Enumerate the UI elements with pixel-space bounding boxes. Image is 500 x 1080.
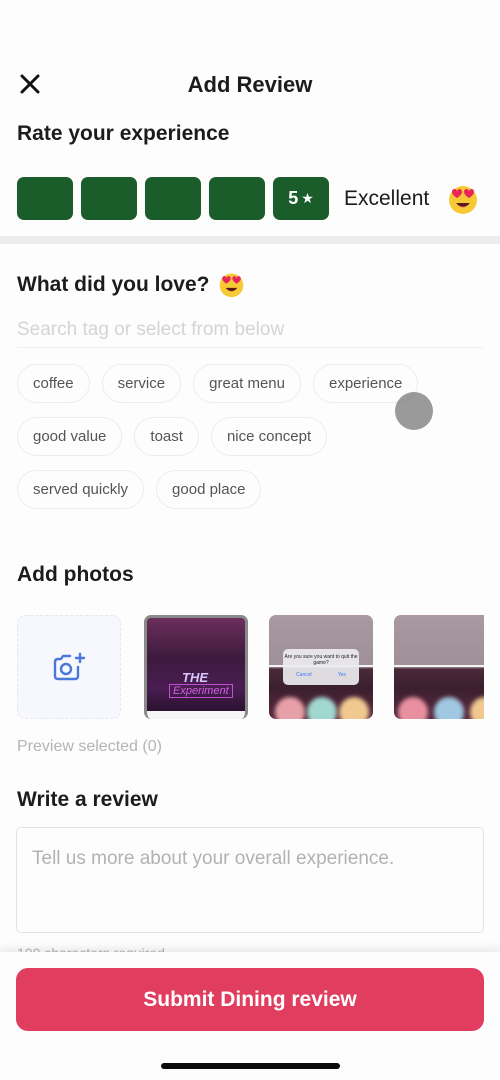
star-icon: ★: [301, 190, 314, 206]
tags-section-title: What did you love?: [17, 271, 245, 298]
rating-section-title: Rate your experience: [17, 122, 230, 145]
page-title: Add Review: [187, 72, 313, 97]
photo-thumbnail[interactable]: Are you sure you want to quit the game? …: [269, 615, 373, 719]
thumbnail-text: THE: [182, 670, 208, 685]
tag-chip[interactable]: coffee: [17, 364, 90, 403]
tag-chip[interactable]: good value: [17, 417, 123, 456]
rating-option-4[interactable]: [209, 177, 265, 220]
rating-option-2[interactable]: [81, 177, 137, 220]
thumbnail-light: [275, 697, 305, 719]
thumbnail-dialog-buttons: Cancel Yes: [283, 672, 359, 678]
submit-review-button[interactable]: Submit Dining review: [16, 968, 484, 1031]
heart-eyes-emoji-icon: [218, 271, 245, 298]
thumbnail-light: [398, 697, 428, 719]
rating-label: Excellent: [344, 186, 430, 210]
tag-chip[interactable]: served quickly: [17, 470, 145, 509]
thumbnail-dialog-cancel: Cancel: [296, 672, 312, 678]
photo-thumbnail[interactable]: THE Experiment: [144, 615, 248, 719]
footer: Submit Dining review: [0, 952, 500, 1080]
photos-section-title: Add photos: [17, 563, 134, 586]
thumbnail-dialog-text: Are you sure you want to quit the game?: [284, 654, 358, 666]
touch-indicator: [395, 392, 433, 430]
tag-row: served quickly good place: [17, 470, 487, 509]
tags-title-text: What did you love?: [17, 272, 210, 296]
heart-eyes-emoji-icon: [447, 183, 479, 215]
rating-option-5[interactable]: 5 ★: [273, 177, 329, 220]
preview-selected-label: Preview selected (0): [17, 738, 162, 755]
home-indicator: [161, 1063, 340, 1069]
tag-search-input[interactable]: [17, 312, 483, 348]
rating-value: 5: [288, 188, 299, 208]
review-textarea[interactable]: [16, 827, 484, 933]
thumbnail-light: [307, 697, 337, 719]
header: Add Review: [0, 60, 500, 110]
photo-thumbnail[interactable]: [394, 615, 484, 719]
thumbnail-dialog: Are you sure you want to quit the game? …: [283, 649, 359, 685]
rating-selector: 5 ★ Excellent: [17, 177, 479, 220]
tag-chip[interactable]: nice concept: [210, 417, 328, 456]
tag-chip[interactable]: service: [101, 364, 182, 403]
thumbnail-light: [434, 697, 464, 719]
add-photo-button[interactable]: [17, 615, 121, 719]
section-divider: [0, 236, 500, 244]
tag-list: coffee service great menu experience goo…: [17, 364, 487, 523]
rating-option-3[interactable]: [145, 177, 201, 220]
thumbnail-dialog-yes: Yes: [337, 672, 346, 678]
thumbnail-text: Experiment: [169, 684, 233, 698]
tag-chip[interactable]: good place: [156, 470, 262, 509]
thumbnail-line: [394, 665, 484, 667]
photo-strip[interactable]: THE Experiment Are you sure you want to …: [17, 615, 484, 719]
rating-option-1[interactable]: [17, 177, 73, 220]
camera-plus-icon: [53, 652, 86, 681]
thumbnail-light: [339, 697, 369, 719]
review-section-title: Write a review: [17, 788, 158, 811]
tag-chip[interactable]: toast: [134, 417, 199, 456]
tag-chip[interactable]: great menu: [193, 364, 301, 403]
thumbnail-light: [470, 697, 484, 719]
